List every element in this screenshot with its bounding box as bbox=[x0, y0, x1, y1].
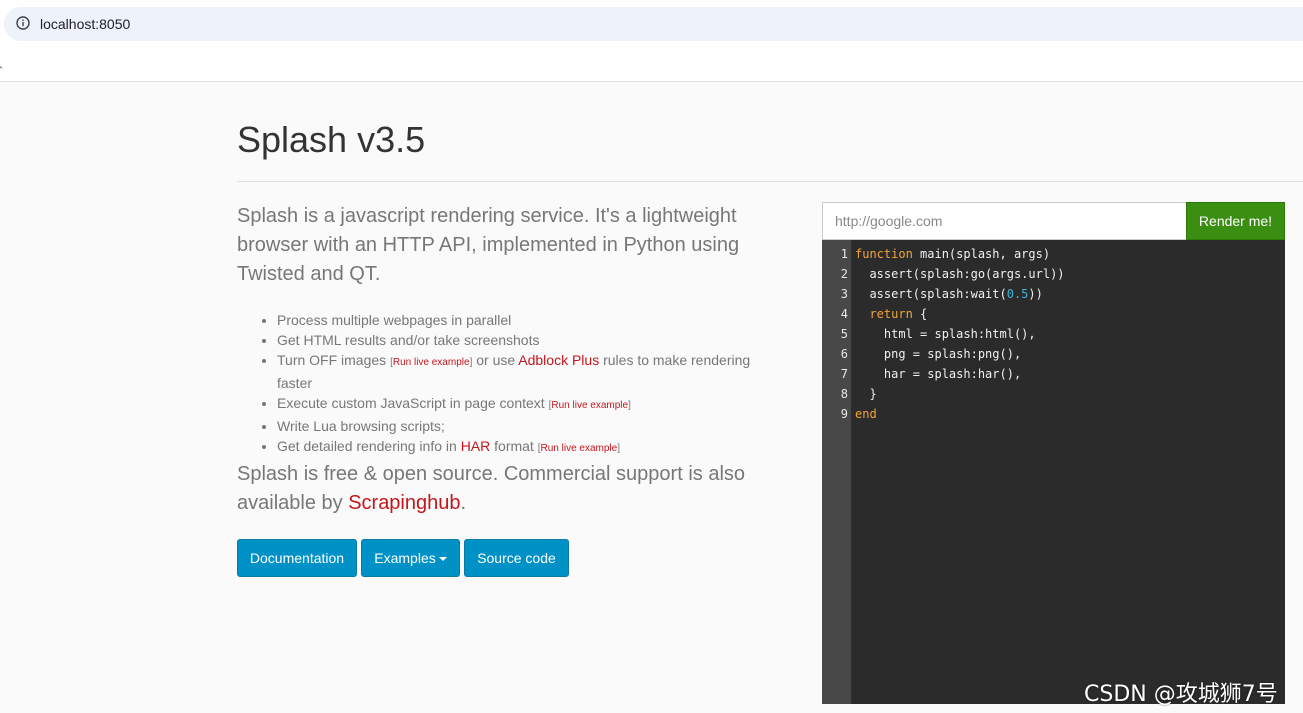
list-item: Get HTML results and/or take screenshots bbox=[277, 330, 782, 350]
bookmarks-bar: ‸ bbox=[0, 48, 1303, 82]
code-line: 1 function main(splash, args) bbox=[822, 244, 1285, 264]
line-number: 4 bbox=[840, 307, 848, 321]
line-number: 5 bbox=[840, 327, 848, 341]
render-button[interactable]: Render me! bbox=[1186, 202, 1285, 240]
code-line: 5 html = splash:html(), bbox=[822, 324, 1285, 344]
line-number: 1 bbox=[840, 247, 848, 261]
title-divider bbox=[237, 181, 1303, 182]
adblock-plus-link[interactable]: Adblock Plus bbox=[518, 352, 599, 368]
list-item: Execute custom JavaScript in page contex… bbox=[277, 393, 782, 416]
lua-script-editor[interactable]: 1 function main(splash, args) 2 assert(s… bbox=[822, 240, 1285, 704]
csdn-watermark: CSDN @攻城狮7号 bbox=[1084, 682, 1278, 707]
run-live-example-link[interactable]: Run live example bbox=[541, 443, 618, 454]
code-line: 8 } bbox=[822, 384, 1285, 404]
code-line: 7 har = splash:har(), bbox=[822, 364, 1285, 384]
feature-list: Process multiple webpages in parallel Ge… bbox=[237, 310, 782, 459]
page-title: Splash v3.5 bbox=[237, 119, 426, 160]
code-line: 4 return { bbox=[822, 304, 1285, 324]
line-number: 3 bbox=[840, 287, 848, 301]
list-item: Write Lua browsing scripts; bbox=[277, 416, 782, 436]
list-item: Turn OFF images [Run live example] or us… bbox=[277, 350, 782, 393]
line-number: 2 bbox=[840, 267, 848, 281]
scrapinghub-link[interactable]: Scrapinghub bbox=[348, 492, 460, 514]
url-input[interactable] bbox=[822, 202, 1186, 240]
address-pill[interactable]: localhost:8050 bbox=[4, 7, 1303, 41]
line-number: 9 bbox=[840, 407, 848, 421]
line-number: 6 bbox=[840, 347, 848, 361]
lead-paragraph: Splash is a javascript rendering service… bbox=[237, 205, 740, 285]
line-number: 7 bbox=[840, 367, 848, 381]
list-item: Get detailed rendering info in HAR forma… bbox=[277, 436, 782, 459]
code-line: 9 end bbox=[822, 404, 1285, 424]
info-icon[interactable] bbox=[16, 16, 30, 30]
source-code-button[interactable]: Source code bbox=[464, 539, 569, 577]
list-item: Process multiple webpages in parallel bbox=[277, 310, 782, 330]
code-line: 2 assert(splash:go(args.url)) bbox=[822, 264, 1285, 284]
documentation-button[interactable]: Documentation bbox=[237, 539, 357, 577]
run-live-example-link[interactable]: Run live example bbox=[551, 400, 628, 411]
line-number: 8 bbox=[840, 387, 848, 401]
run-live-example-link[interactable]: Run live example bbox=[393, 357, 470, 368]
examples-dropdown-button[interactable]: Examples bbox=[361, 539, 460, 577]
browser-address-bar: localhost:8050 bbox=[0, 0, 1303, 48]
har-link[interactable]: HAR bbox=[461, 438, 491, 454]
support-paragraph: Splash is free & open source. Commercial… bbox=[237, 463, 746, 514]
chevron-icon[interactable]: ‸ bbox=[0, 56, 3, 69]
code-line: 6 png = splash:png(), bbox=[822, 344, 1285, 364]
code-line: 3 assert(splash:wait(0.5)) bbox=[822, 284, 1285, 304]
address-url[interactable]: localhost:8050 bbox=[40, 15, 130, 33]
caret-down-icon bbox=[438, 557, 447, 562]
